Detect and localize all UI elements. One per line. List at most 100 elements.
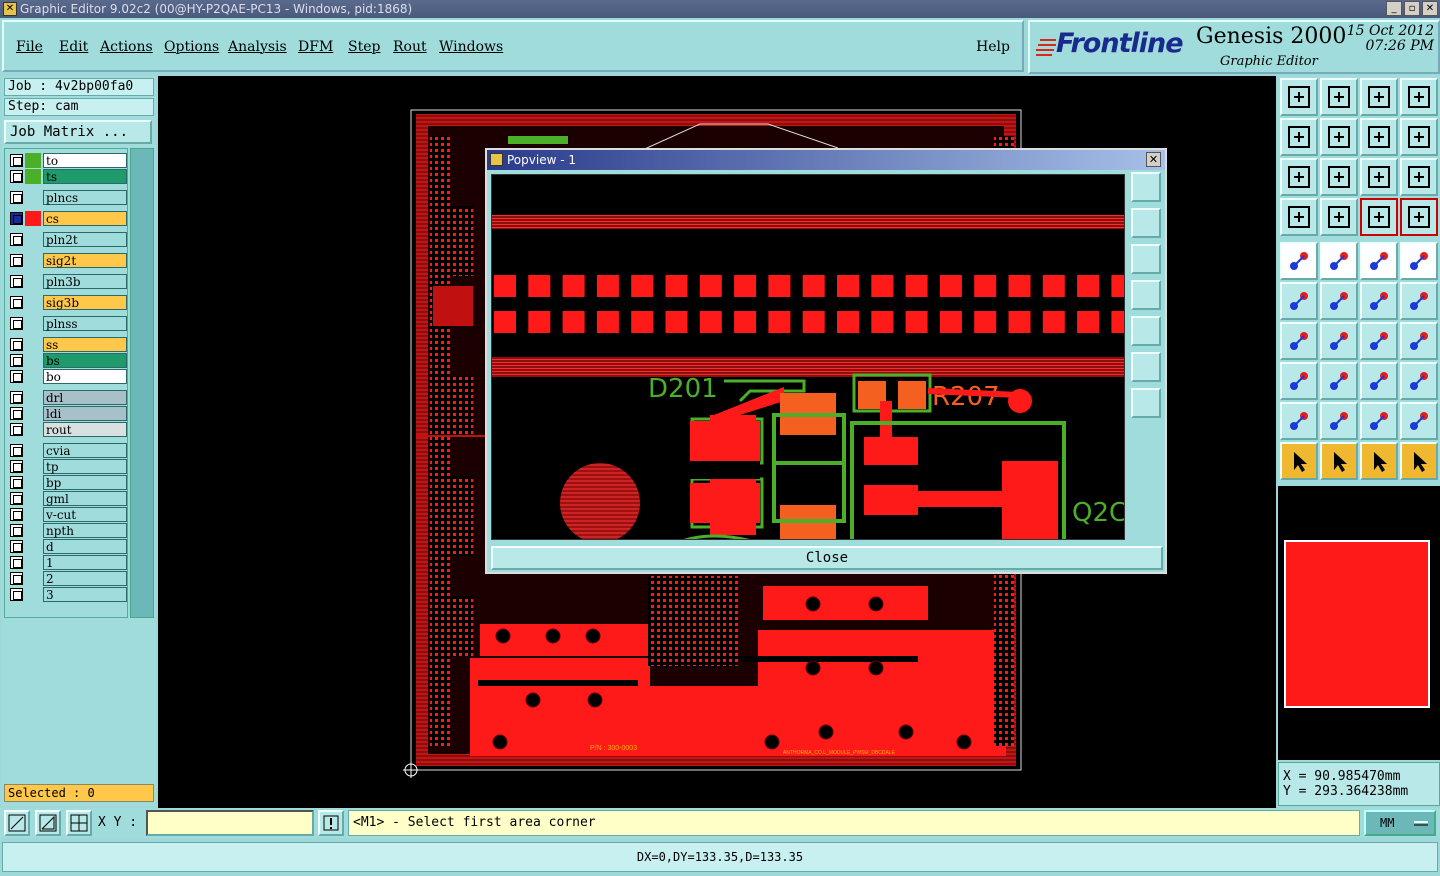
move-point-button[interactable] (1360, 282, 1398, 320)
layer-color-swatch[interactable] (25, 232, 41, 247)
layer-color-swatch[interactable] (25, 571, 41, 586)
layer-color-swatch[interactable] (25, 369, 41, 384)
slope-line-button[interactable] (1320, 322, 1358, 360)
layer-row-gml[interactable]: gml (9, 491, 127, 506)
layer-checkbox[interactable] (10, 212, 23, 225)
measure-span-button[interactable] (1360, 362, 1398, 400)
layer-checkbox[interactable] (10, 275, 23, 288)
pan-down-button[interactable] (1320, 78, 1358, 116)
layer-name[interactable]: npth (43, 523, 127, 538)
layer-name[interactable]: bs (43, 353, 127, 368)
layer-checkbox[interactable] (10, 296, 23, 309)
layer-color-swatch[interactable] (25, 169, 41, 184)
select-feature-button[interactable] (1280, 242, 1318, 280)
layer-row-bo[interactable]: bo (9, 369, 127, 384)
layer-checkbox[interactable] (10, 444, 23, 457)
popview-pan-up-button[interactable] (1131, 208, 1161, 238)
layer-color-swatch[interactable] (25, 211, 41, 226)
layer-row-d[interactable]: d (9, 539, 127, 554)
layer-color-swatch[interactable] (25, 390, 41, 405)
layer-checkbox[interactable] (10, 338, 23, 351)
layer-row-ldi[interactable]: ldi (9, 406, 127, 421)
layer-name[interactable]: drl (43, 390, 127, 405)
menu-actions[interactable]: Actions (100, 39, 153, 55)
cross-tool-button[interactable] (1320, 282, 1358, 320)
layer-checkbox[interactable] (10, 476, 23, 489)
measure-tool-button[interactable] (1280, 198, 1318, 236)
maximize-button[interactable]: ▫ (1404, 1, 1420, 16)
snap-point-button[interactable] (1320, 198, 1358, 236)
layer-checkbox[interactable] (10, 254, 23, 267)
pan-up-button[interactable] (1280, 78, 1318, 116)
layer-checkbox[interactable] (10, 191, 23, 204)
layer-name[interactable]: to (43, 153, 127, 168)
layer-checkbox[interactable] (10, 423, 23, 436)
layer-checkbox[interactable] (10, 170, 23, 183)
layer-checkbox[interactable] (10, 540, 23, 553)
rotate-tool-button[interactable] (1360, 322, 1398, 360)
xy-input[interactable] (146, 810, 314, 836)
triangle-2-button[interactable] (1320, 402, 1358, 440)
overview-panel[interactable] (1278, 486, 1440, 760)
layer-row-1[interactable]: 1 (9, 555, 127, 570)
pan-left-button[interactable] (1280, 118, 1318, 156)
layer-row-sig3b[interactable]: sig3b (9, 295, 127, 310)
layer-name[interactable]: 1 (43, 555, 127, 570)
layer-name[interactable]: pln3b (43, 274, 127, 289)
layer-name[interactable]: d (43, 539, 127, 554)
layer-name[interactable]: tp (43, 459, 127, 474)
layer-row-drl[interactable]: drl (9, 390, 127, 405)
layer-checkbox[interactable] (10, 370, 23, 383)
group-tool-button[interactable] (1400, 362, 1438, 400)
grid-mode-button[interactable] (66, 810, 92, 836)
layer-color-swatch[interactable] (25, 353, 41, 368)
layer-display-1-button[interactable] (1360, 198, 1398, 236)
layer-row-plncs[interactable]: plncs (9, 190, 127, 205)
layer-name[interactable]: bp (43, 475, 127, 490)
layer-color-swatch[interactable] (25, 443, 41, 458)
menu-dfm[interactable]: DFM (298, 39, 333, 55)
popview-close-button[interactable]: Close (491, 546, 1163, 570)
layer-name[interactable]: plncs (43, 190, 127, 205)
layer-row-v-cut[interactable]: v-cut (9, 507, 127, 522)
angle-tool-button[interactable] (1280, 322, 1318, 360)
layer-checkbox[interactable] (10, 572, 23, 585)
layer-color-swatch[interactable] (25, 459, 41, 474)
layer-color-swatch[interactable] (25, 190, 41, 205)
popview-zoom-out-button[interactable] (1131, 352, 1161, 382)
menu-options[interactable]: Options (164, 39, 219, 55)
exclamation-button[interactable] (318, 810, 344, 836)
layer-checkbox[interactable] (10, 508, 23, 521)
layer-color-swatch[interactable] (25, 337, 41, 352)
menu-edit[interactable]: Edit (59, 39, 88, 55)
layer-row-ss[interactable]: ss (9, 337, 127, 352)
zoom-area-button[interactable] (1400, 118, 1438, 156)
layer-color-swatch[interactable] (25, 406, 41, 421)
job-matrix-button[interactable]: Job Matrix ... (4, 120, 152, 144)
units-dropdown[interactable]: MM (1364, 810, 1436, 836)
layer-name[interactable]: gml (43, 491, 127, 506)
copy-feature-button[interactable] (1280, 362, 1318, 400)
layer-name[interactable]: sig3b (43, 295, 127, 310)
pan-right-button[interactable] (1320, 118, 1358, 156)
layer-color-swatch[interactable] (25, 491, 41, 506)
layer-row-bp[interactable]: bp (9, 475, 127, 490)
layer-color-swatch[interactable] (25, 475, 41, 490)
angle-mode-button[interactable] (35, 810, 61, 836)
layer-name[interactable]: v-cut (43, 507, 127, 522)
layer-row-cvia[interactable]: cvia (9, 443, 127, 458)
draw-line-button[interactable] (1320, 242, 1358, 280)
layer-color-swatch[interactable] (25, 539, 41, 554)
layer-color-swatch[interactable] (25, 253, 41, 268)
layer-color-swatch[interactable] (25, 422, 41, 437)
layer-color-swatch[interactable] (25, 587, 41, 602)
layer-row-tp[interactable]: tp (9, 459, 127, 474)
pointer-button[interactable] (1280, 442, 1318, 480)
layer-row-npth[interactable]: npth (9, 523, 127, 538)
layer-row-pln2t[interactable]: pln2t (9, 232, 127, 247)
zoom-back-button[interactable] (1360, 118, 1398, 156)
layer-checkbox[interactable] (10, 317, 23, 330)
layer-checkbox[interactable] (10, 354, 23, 367)
layer-name[interactable]: bo (43, 369, 127, 384)
menu-rout[interactable]: Rout (393, 39, 427, 55)
